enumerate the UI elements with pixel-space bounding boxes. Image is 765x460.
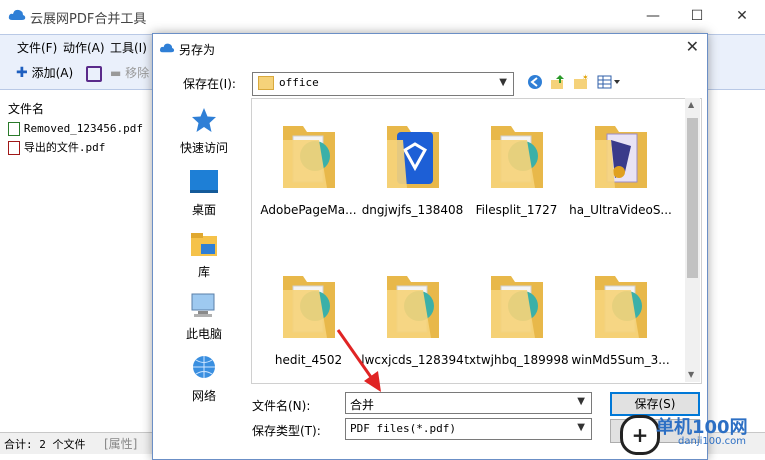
chevron-down-icon[interactable]: ▼ xyxy=(577,396,585,407)
remove-button-label: 移除 xyxy=(125,66,150,80)
pdf-file-icon xyxy=(8,121,20,136)
minus-icon: ▬ xyxy=(110,66,122,80)
list-item-name: 导出的文件.pdf xyxy=(23,141,106,154)
computer-icon xyxy=(191,293,215,317)
filename-value: 合并 xyxy=(350,398,375,412)
place-this-pc[interactable]: 此电脑 xyxy=(163,292,245,342)
cloud-logo-icon xyxy=(8,8,26,25)
folder-item[interactable]: hedit_4502 xyxy=(256,266,361,367)
watermark-site-url: danji100.com xyxy=(678,436,746,447)
folder-name: hedit_4502 xyxy=(274,353,343,367)
library-icon xyxy=(191,233,217,256)
folder-item[interactable]: lwcxjcds_128394 xyxy=(360,266,465,367)
filename-input[interactable]: 合并 ▼ xyxy=(345,392,592,414)
plus-icon: ✚ xyxy=(16,65,28,81)
scrollbar-thumb[interactable] xyxy=(687,118,698,278)
list-item-name: Removed_123456.pdf xyxy=(23,122,144,135)
folder-item[interactable]: winMd5Sum_3... xyxy=(568,266,673,367)
list-item[interactable]: Removed_123456.pdf xyxy=(8,121,143,136)
new-folder-icon[interactable]: ✶ xyxy=(572,73,590,92)
folder-name: Filesplit_1727 xyxy=(475,203,558,217)
folder-icon xyxy=(490,276,543,338)
dialog-close-icon[interactable]: ✕ xyxy=(686,37,699,56)
folder-icon xyxy=(386,276,439,338)
maximize-icon[interactable]: ☐ xyxy=(674,0,720,32)
stop-icon[interactable] xyxy=(86,66,102,82)
remove-button[interactable]: ▬ 移除 xyxy=(110,64,149,81)
place-libraries[interactable]: 库 xyxy=(163,230,245,280)
status-properties: [属性] xyxy=(104,437,138,451)
folder-icon xyxy=(490,126,543,188)
place-label: 库 xyxy=(197,265,210,279)
folder-name: txtwjhbq_189998 xyxy=(464,353,569,367)
filetype-value: PDF files(*.pdf) xyxy=(350,422,456,435)
filetype-label: 保存类型(T): xyxy=(252,424,321,438)
status-total: 合计: 2 个文件 xyxy=(4,438,86,451)
folder-item[interactable]: ha_UltraVideoS... xyxy=(568,116,673,217)
folder-icon xyxy=(282,126,335,188)
scroll-up-icon[interactable]: ▲ xyxy=(688,100,694,109)
minimize-icon[interactable]: — xyxy=(630,0,676,32)
place-desktop[interactable]: 桌面 xyxy=(163,168,245,218)
place-label: 此电脑 xyxy=(185,327,222,341)
app-title: 云展网PDF合并工具 xyxy=(30,12,147,27)
folder-name: ha_UltraVideoS... xyxy=(569,203,672,217)
list-item[interactable]: 导出的文件.pdf xyxy=(8,139,105,155)
view-menu-icon[interactable] xyxy=(596,74,624,92)
folder-name: winMd5Sum_3... xyxy=(571,353,670,367)
network-globe-icon xyxy=(193,356,215,378)
folder-icon xyxy=(594,276,647,338)
scroll-down-icon[interactable]: ▼ xyxy=(688,370,694,379)
place-label: 快速访问 xyxy=(179,141,228,155)
folder-name: dngjwjfs_138408 xyxy=(361,203,464,217)
filetype-dropdown[interactable]: PDF files(*.pdf) ▼ xyxy=(345,418,592,440)
folder-name: AdobePageMa... xyxy=(260,203,357,217)
dialog-titlebar xyxy=(153,34,707,62)
folder-item[interactable]: dngjwjfs_138408 xyxy=(360,116,465,217)
place-label: 桌面 xyxy=(191,203,216,217)
folder-item[interactable]: Filesplit_1727 xyxy=(464,116,569,217)
star-icon xyxy=(192,108,216,132)
add-button[interactable]: ✚ 添加(A) xyxy=(16,64,73,81)
dialog-title: 另存为 xyxy=(179,43,216,57)
folder-name: lwcxjcds_128394 xyxy=(361,353,464,367)
menu-tools[interactable]: 工具(I) xyxy=(110,39,147,56)
svg-text:✶: ✶ xyxy=(582,74,589,82)
filename-label: 文件名(N): xyxy=(252,399,311,413)
desktop-icon xyxy=(190,170,218,193)
chevron-down-icon: ▼ xyxy=(499,77,507,88)
up-folder-icon[interactable] xyxy=(549,74,567,92)
folder-item[interactable]: txtwjhbq_189998 xyxy=(464,266,569,367)
location-value: office xyxy=(279,76,319,89)
folder-item[interactable]: AdobePageMa... xyxy=(256,116,361,217)
place-network[interactable]: 网络 xyxy=(163,354,245,404)
watermark-plus-icon: + xyxy=(620,415,660,455)
folder-icon xyxy=(282,276,335,338)
folder-icon xyxy=(258,76,274,90)
place-label: 网络 xyxy=(191,389,216,403)
save-as-dialog: 另存为 ✕ 保存在(I): office ▼ ✶ 快速访问 桌面 库 此电脑 网… xyxy=(152,33,708,460)
menu-action[interactable]: 动作(A) xyxy=(63,39,105,56)
location-dropdown[interactable]: office ▼ xyxy=(252,72,514,96)
list-header-filename: 文件名 xyxy=(8,102,45,116)
pdf-file-icon xyxy=(8,140,20,155)
close-window-icon[interactable]: ✕ xyxy=(719,0,765,32)
place-quick-access[interactable]: 快速访问 xyxy=(163,106,245,156)
add-button-label: 添加(A) xyxy=(31,66,74,80)
save-in-label: 保存在(I): xyxy=(183,77,236,91)
cloud-logo-icon xyxy=(159,42,175,57)
chevron-down-icon: ▼ xyxy=(577,422,585,433)
folder-icon xyxy=(594,126,647,188)
back-icon[interactable] xyxy=(526,74,544,92)
folder-icon xyxy=(386,126,439,188)
menu-file[interactable]: 文件(F) xyxy=(17,39,57,56)
